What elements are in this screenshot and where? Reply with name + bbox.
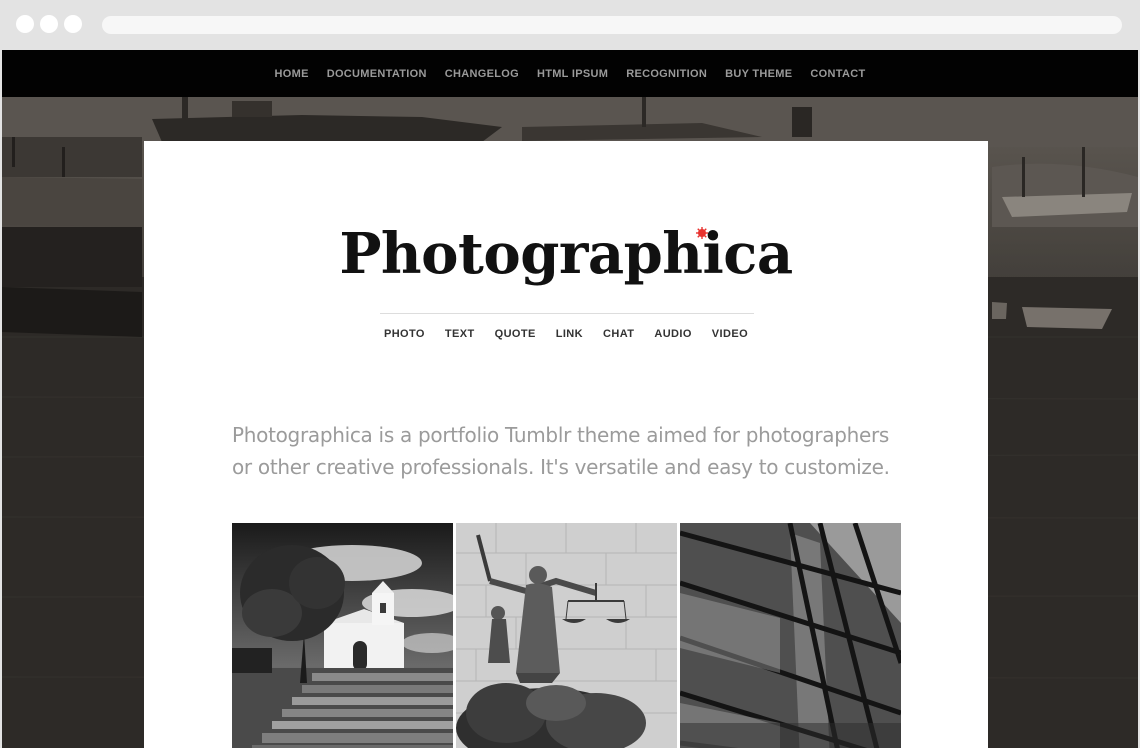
window-close-dot[interactable] [16,15,34,33]
intro-text: Photographica is a portfolio Tumblr them… [232,419,912,483]
topnav-contact-link[interactable]: CONTACT [810,68,865,80]
topnav-changelog-link[interactable]: CHANGELOG [445,68,519,80]
intro-line-1: Photographica is a portfolio Tumblr them… [232,423,890,447]
window-minimize-dot[interactable] [40,15,58,33]
intro-line-2: or other creative professionals. It's ve… [232,455,890,479]
topnav-recognition-link[interactable]: RECOGNITION [626,68,707,80]
photo-gallery [232,523,902,748]
postnav-audio-link[interactable]: AUDIO [654,328,691,340]
site-logo[interactable]: Photographica [144,221,988,287]
logo-star-icon [696,227,708,239]
postnav-photo-link[interactable]: PHOTO [384,328,425,340]
browser-chrome [0,0,1140,50]
postnav-text-link[interactable]: TEXT [445,328,475,340]
gallery-photo-chapel[interactable] [232,523,453,748]
header-divider [380,313,754,314]
window-maximize-dot[interactable] [64,15,82,33]
topnav-home-link[interactable]: HOME [275,68,309,80]
gallery-photo-justice-statue[interactable] [456,523,677,748]
topnav-buy-theme-link[interactable]: BUY THEME [725,68,792,80]
content-card: Photographica PHOTO TEXT QUOTE LINK CHAT… [144,141,988,748]
page-viewport: HOME DOCUMENTATION CHANGELOG HTML IPSUM … [2,50,1138,748]
address-bar[interactable] [102,16,1122,34]
topnav-html-ipsum-link[interactable]: HTML IPSUM [537,68,608,80]
postnav-quote-link[interactable]: QUOTE [495,328,536,340]
gallery-photo-building-facade[interactable] [680,523,901,748]
postnav-video-link[interactable]: VIDEO [712,328,748,340]
post-type-navigation: PHOTO TEXT QUOTE LINK CHAT AUDIO VIDEO [144,328,988,340]
top-navigation: HOME DOCUMENTATION CHANGELOG HTML IPSUM … [2,50,1138,97]
postnav-chat-link[interactable]: CHAT [603,328,634,340]
topnav-documentation-link[interactable]: DOCUMENTATION [327,68,427,80]
postnav-link-link[interactable]: LINK [556,328,583,340]
